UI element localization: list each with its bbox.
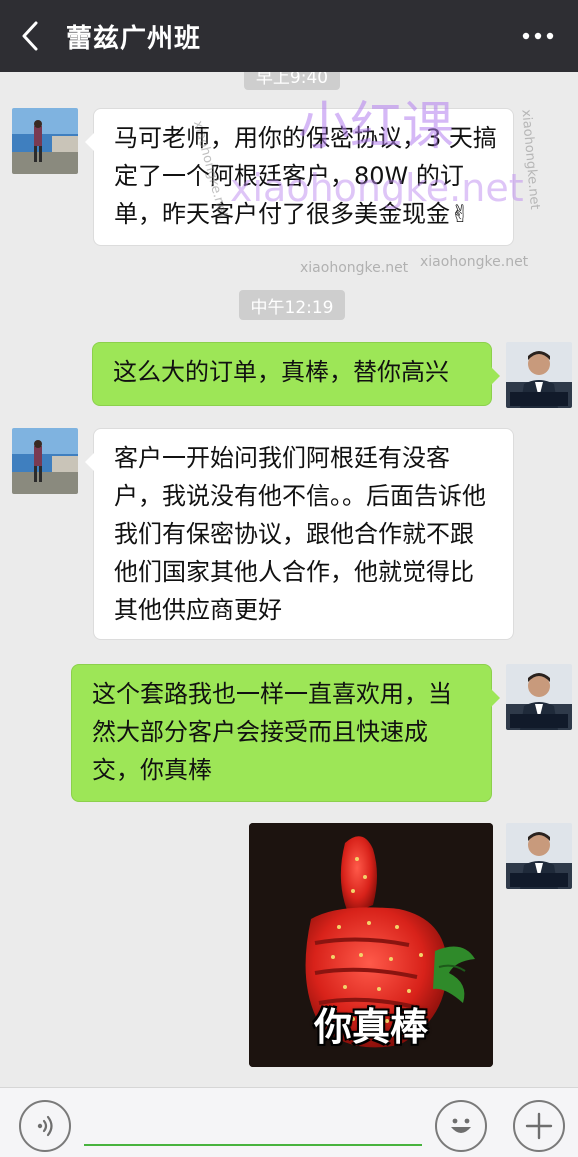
message-text: 这么大的订单，真棒，替你高兴 <box>113 358 449 386</box>
title-bar: 蕾兹广州班 <box>0 0 578 72</box>
avatar-photo <box>506 664 572 730</box>
plus-icon <box>525 1112 553 1140</box>
avatar-other[interactable] <box>12 428 78 494</box>
avatar-self[interactable] <box>506 823 572 889</box>
voice-icon <box>37 1115 53 1137</box>
avatar-other[interactable] <box>12 108 78 174</box>
message-input[interactable] <box>84 1102 422 1146</box>
plus-button[interactable] <box>513 1100 565 1152</box>
input-bar <box>0 1087 578 1157</box>
chat-area[interactable]: 早上9:40 马可老师，用你的保密协议，3 天搞定了一个阿根廷客户，80W 的订… <box>0 72 578 1087</box>
timestamp-top-text: 早上9:40 <box>255 72 329 88</box>
avatar-self[interactable] <box>506 342 572 408</box>
message-text: 这个套路我也一样一直喜欢用，当然大部分客户会接受而且快速成交，你真棒 <box>92 680 452 784</box>
timestamp-top: 早上9:40 <box>244 72 340 90</box>
watermark-small: xiaohongke.net <box>420 254 529 270</box>
chevron-left-icon <box>22 21 38 51</box>
more-dots-icon <box>522 32 554 40</box>
avatar-photo <box>506 342 572 408</box>
message-bubble-outgoing[interactable]: 这么大的订单，真棒，替你高兴 <box>92 342 500 406</box>
message-bubble-incoming[interactable]: 客户一开始问我们阿根廷有没客户，我说没有他不信。。后面告诉他我们有保密协议，跟他… <box>85 428 514 640</box>
sticker-caption: 你真棒 <box>313 1005 428 1049</box>
emoji-button[interactable] <box>435 1100 487 1152</box>
emoji-icon <box>451 1118 471 1133</box>
message-bubble-outgoing[interactable]: 这个套路我也一样一直喜欢用，当然大部分客户会接受而且快速成交，你真棒 <box>71 664 500 802</box>
message-text: 客户一开始问我们阿根廷有没客户，我说没有他不信。。后面告诉他我们有保密协议，跟他… <box>114 444 486 624</box>
avatar-photo <box>12 108 78 174</box>
voice-button[interactable] <box>19 1100 71 1152</box>
message-bubble-incoming[interactable]: 马可老师，用你的保密协议，3 天搞定了一个阿根廷客户，80W 的订单，昨天客户付… <box>85 108 514 246</box>
avatar-photo <box>12 428 78 494</box>
sticker-message[interactable]: 你真棒 <box>249 823 493 1067</box>
timestamp-mid-text: 中午12:19 <box>250 297 334 318</box>
watermark-small: xiaohongke.net <box>300 260 409 276</box>
chat-title: 蕾兹广州班 <box>66 23 202 54</box>
avatar-self[interactable] <box>506 664 572 730</box>
avatar-photo <box>506 823 572 889</box>
more-button[interactable] <box>518 20 558 52</box>
message-text: 马可老师，用你的保密协议，3 天搞定了一个阿根廷客户，80W 的订单，昨天客户付… <box>114 124 497 228</box>
timestamp-mid: 中午12:19 <box>239 290 345 320</box>
watermark-small-rotated: xiaohongke.net <box>518 108 543 211</box>
back-button[interactable] <box>0 0 60 72</box>
